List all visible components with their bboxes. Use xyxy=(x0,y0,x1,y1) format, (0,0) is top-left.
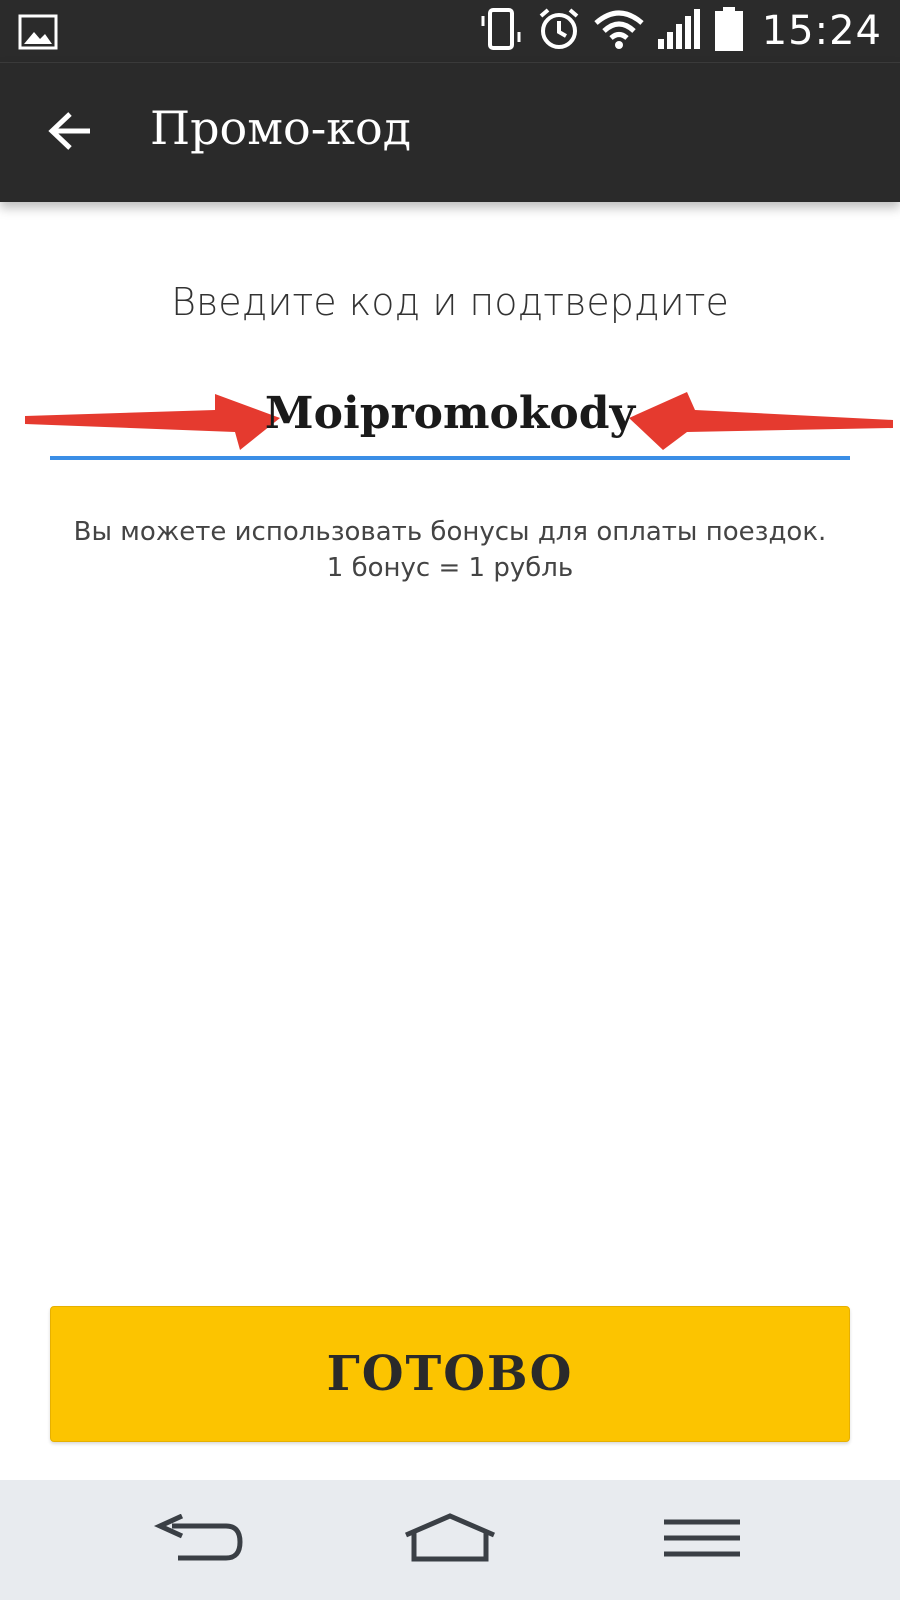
alarm-icon xyxy=(536,6,582,57)
status-bar: 15:24 xyxy=(0,0,900,62)
system-nav-bar xyxy=(0,1480,900,1600)
annotation-arrow-right-icon xyxy=(629,392,893,450)
menu-nav-icon xyxy=(662,1518,742,1563)
wifi-icon xyxy=(592,7,646,56)
home-nav-icon xyxy=(402,1512,498,1568)
battery-icon xyxy=(712,5,746,58)
bonus-info-line-2: 1 бонус = 1 рубль xyxy=(326,553,574,583)
nav-menu-button[interactable] xyxy=(642,1500,762,1580)
nav-back-button[interactable] xyxy=(138,1500,258,1580)
status-icons: 15:24 xyxy=(478,0,882,62)
status-time: 15:24 xyxy=(761,8,882,54)
back-button[interactable] xyxy=(40,103,100,163)
prompt-text: Введите код и подтвердите xyxy=(171,280,729,324)
done-button-label: ГОТОВО xyxy=(326,1346,574,1402)
done-button[interactable]: ГОТОВО xyxy=(50,1306,850,1442)
vibrate-icon xyxy=(478,6,526,57)
nav-home-button[interactable] xyxy=(390,1500,510,1580)
app-toolbar: Промо-код xyxy=(0,62,900,202)
page-title: Промо-код xyxy=(150,101,412,155)
bonus-info-line-1: Вы можете использовать бонусы для оплаты… xyxy=(73,517,827,547)
arrow-left-icon xyxy=(48,111,92,156)
signal-icon xyxy=(656,7,702,56)
bonus-info: Вы можете использовать бонусы для оплаты… xyxy=(0,514,900,586)
gallery-icon xyxy=(18,14,58,55)
back-nav-icon xyxy=(152,1513,244,1567)
